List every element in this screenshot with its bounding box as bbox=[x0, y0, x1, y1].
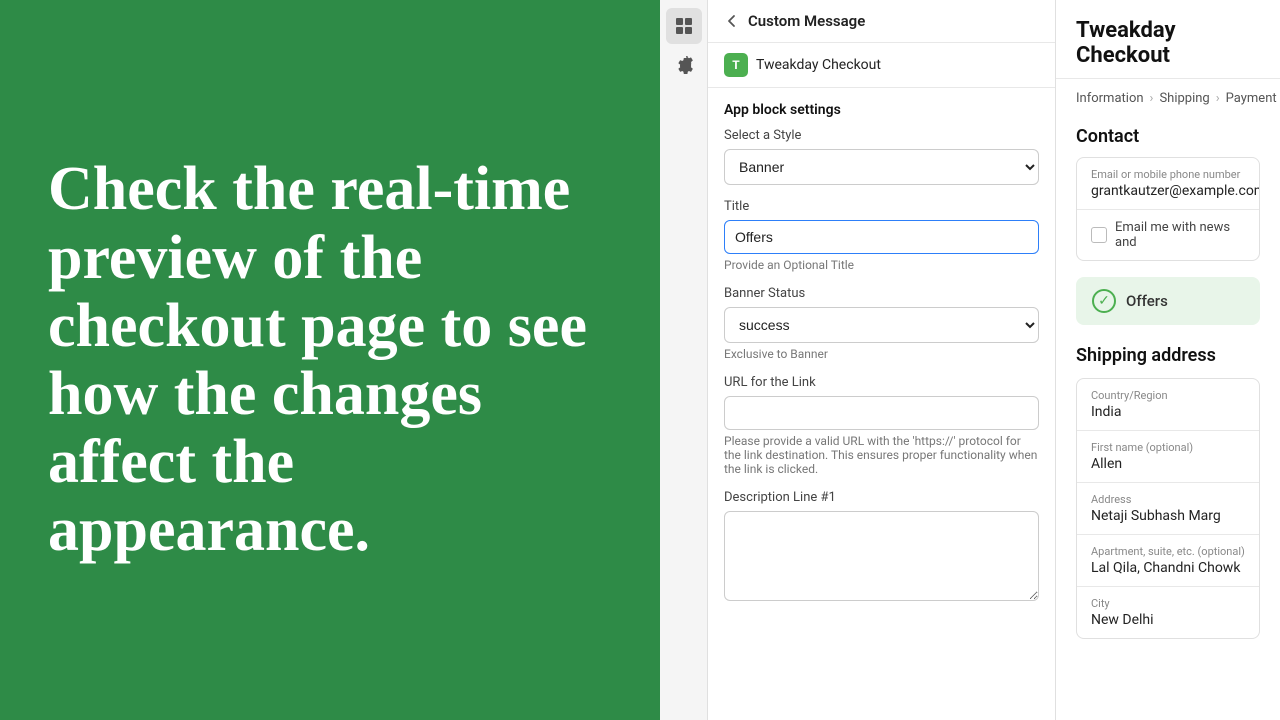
banner-status-sublabel: Exclusive to Banner bbox=[724, 347, 1039, 361]
newsletter-row: Email me with news and bbox=[1077, 210, 1259, 260]
country-field: Country/Region India bbox=[1077, 379, 1259, 431]
title-input[interactable] bbox=[724, 220, 1039, 254]
breadcrumb-payment[interactable]: Payment bbox=[1226, 91, 1277, 106]
app-name-label: Tweakday Checkout bbox=[756, 57, 881, 73]
section-title: App block settings bbox=[708, 88, 1055, 128]
firstname-label: First name (optional) bbox=[1091, 441, 1245, 454]
breadcrumb-shipping[interactable]: Shipping bbox=[1159, 91, 1209, 106]
country-label: Country/Region bbox=[1091, 389, 1245, 402]
hero-panel: Check the real-time preview of the check… bbox=[0, 0, 660, 720]
address-label: Address bbox=[1091, 493, 1245, 506]
back-button[interactable] bbox=[724, 13, 740, 29]
url-input[interactable] bbox=[724, 396, 1039, 430]
email-value: grantkautzer@example.com bbox=[1091, 183, 1245, 199]
sidebar bbox=[660, 0, 708, 720]
url-label: URL for the Link bbox=[724, 375, 1039, 390]
title-field-group: Title Provide an Optional Title bbox=[708, 199, 1055, 286]
settings-icon[interactable] bbox=[666, 48, 702, 84]
banner-status-select[interactable]: success warning error info bbox=[724, 307, 1039, 343]
description-field-group: Description Line #1 bbox=[708, 490, 1055, 619]
apartment-field: Apartment, suite, etc. (optional) Lal Qi… bbox=[1077, 535, 1259, 587]
style-select[interactable]: Banner Inline Popup bbox=[724, 149, 1039, 185]
newsletter-label: Email me with news and bbox=[1115, 220, 1245, 250]
contact-section-label: Contact bbox=[1056, 118, 1280, 157]
panel-header: Custom Message bbox=[708, 0, 1055, 43]
apartment-value: Lal Qila, Chandni Chowk bbox=[1091, 560, 1245, 576]
contact-email-field: Email or mobile phone number grantkautze… bbox=[1077, 158, 1259, 210]
city-label: City bbox=[1091, 597, 1245, 610]
banner-status-label: Banner Status bbox=[724, 286, 1039, 301]
breadcrumb: Information › Shipping › Payment bbox=[1056, 79, 1280, 118]
address-box: Country/Region India First name (optiona… bbox=[1076, 378, 1260, 639]
apartment-label: Apartment, suite, etc. (optional) bbox=[1091, 545, 1245, 558]
hero-headline: Check the real-time preview of the check… bbox=[48, 155, 612, 564]
offers-banner: ✓ Offers bbox=[1076, 277, 1260, 325]
app-icon: T bbox=[724, 53, 748, 77]
offers-text: Offers bbox=[1126, 292, 1168, 310]
address-value: Netaji Subhash Marg bbox=[1091, 508, 1245, 524]
offers-check-icon: ✓ bbox=[1092, 289, 1116, 313]
firstname-field: First name (optional) Allen bbox=[1077, 431, 1259, 483]
banner-status-field-group: Banner Status success warning error info… bbox=[708, 286, 1055, 375]
breadcrumb-information[interactable]: Information bbox=[1076, 91, 1144, 106]
email-placeholder-label: Email or mobile phone number bbox=[1091, 168, 1245, 181]
url-field-group: URL for the Link Please provide a valid … bbox=[708, 375, 1055, 490]
shipping-section-label: Shipping address bbox=[1056, 341, 1280, 378]
title-label: Title bbox=[724, 199, 1039, 214]
newsletter-checkbox[interactable] bbox=[1091, 227, 1107, 243]
breadcrumb-sep-2: › bbox=[1216, 91, 1220, 106]
breadcrumb-sep-1: › bbox=[1150, 91, 1154, 106]
address-field: Address Netaji Subhash Marg bbox=[1077, 483, 1259, 535]
preview-panel: Tweakday Checkout Information › Shipping… bbox=[1056, 0, 1280, 720]
description-label: Description Line #1 bbox=[724, 490, 1039, 505]
firstname-value: Allen bbox=[1091, 456, 1245, 472]
contact-box: Email or mobile phone number grantkautze… bbox=[1076, 157, 1260, 261]
layout-icon[interactable] bbox=[666, 8, 702, 44]
city-field: City New Delhi bbox=[1077, 587, 1259, 638]
preview-title: Tweakday Checkout bbox=[1056, 0, 1280, 79]
title-sublabel: Provide an Optional Title bbox=[724, 258, 1039, 272]
country-value: India bbox=[1091, 404, 1245, 420]
app-row: T Tweakday Checkout bbox=[708, 43, 1055, 88]
style-label: Select a Style bbox=[724, 128, 1039, 143]
settings-panel: Custom Message T Tweakday Checkout App b… bbox=[708, 0, 1056, 720]
url-sublabel: Please provide a valid URL with the 'htt… bbox=[724, 434, 1039, 476]
panel-title: Custom Message bbox=[748, 12, 865, 30]
style-field-group: Select a Style Banner Inline Popup bbox=[708, 128, 1055, 199]
city-value: New Delhi bbox=[1091, 612, 1245, 628]
description-textarea[interactable] bbox=[724, 511, 1039, 601]
